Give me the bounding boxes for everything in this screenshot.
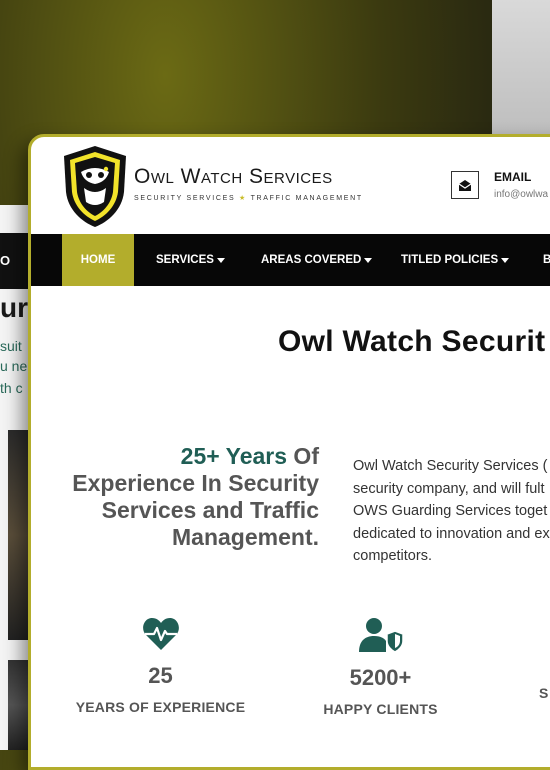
about-line: Owl Watch Security Services ( bbox=[353, 458, 548, 474]
nav-more[interactable]: B bbox=[543, 234, 550, 286]
website-window: Owl Watch Services SECURITY SERVICES ★ T… bbox=[28, 134, 550, 770]
brand-tagline: SECURITY SERVICES ★ TRAFFIC MANAGEMENT bbox=[134, 194, 363, 202]
stat-value: 25 bbox=[148, 663, 173, 688]
stat-partial: S bbox=[531, 617, 550, 701]
nav-services[interactable]: SERVICES bbox=[156, 234, 225, 286]
heartbeat-icon bbox=[142, 618, 179, 650]
about-line: security company, and will fult bbox=[353, 480, 545, 497]
experience-line4: Management. bbox=[172, 524, 319, 550]
experience-line3: Services and Traffic bbox=[101, 497, 319, 523]
email-link[interactable]: info@owlwa bbox=[494, 189, 548, 200]
about-line: competitors. bbox=[353, 548, 432, 564]
brand[interactable]: Owl Watch Services SECURITY SERVICES ★ T… bbox=[134, 165, 363, 202]
background-panel bbox=[492, 0, 550, 140]
experience-line2: Experience In Security bbox=[72, 470, 319, 496]
nav-more-label: B bbox=[543, 254, 550, 266]
caret-down-icon bbox=[216, 257, 225, 263]
tagline-star-icon: ★ bbox=[239, 195, 248, 202]
user-shield-icon bbox=[358, 618, 404, 653]
experience-line1: Of bbox=[287, 443, 319, 469]
caret-down-icon bbox=[364, 257, 373, 263]
about-line: OWS Guarding Services toget bbox=[353, 503, 548, 519]
brand-name: Owl Watch Services bbox=[134, 165, 333, 188]
stat-label: S bbox=[539, 685, 549, 701]
stat-years: 25 YEARS OF EXPERIENCE bbox=[73, 617, 248, 715]
caret-down-icon bbox=[501, 257, 510, 263]
nav-home-label: HOME bbox=[80, 254, 116, 266]
main-nav: HOME SERVICES AREAS COVERED TITLED POLIC… bbox=[31, 234, 550, 286]
nav-home[interactable]: HOME bbox=[62, 234, 134, 286]
nav-titled-policies[interactable]: TITLED POLICIES bbox=[401, 234, 510, 286]
site-header: Owl Watch Services SECURITY SERVICES ★ T… bbox=[31, 137, 550, 234]
tagline-right: TRAFFIC MANAGEMENT bbox=[250, 195, 363, 202]
background-text-line: suit bbox=[0, 338, 22, 354]
about-text: Owl Watch Security Services ( security c… bbox=[353, 455, 550, 568]
stat-value: 5200+ bbox=[349, 665, 412, 690]
stat-clients: 5200+ HAPPY CLIENTS bbox=[293, 617, 468, 717]
email-label: EMAIL bbox=[494, 170, 532, 184]
experience-heading: 25+ Years Of Experience In Security Serv… bbox=[51, 443, 319, 551]
nav-services-label: SERVICES bbox=[156, 254, 214, 266]
experience-accent: 25+ Years bbox=[180, 443, 288, 469]
about-line: dedicated to innovation and ex bbox=[353, 525, 550, 542]
envelope-icon bbox=[451, 171, 479, 199]
page-title: Owl Watch Securit bbox=[278, 325, 546, 358]
nav-areas-label: AREAS COVERED bbox=[261, 254, 362, 266]
background-nav-fragment: O bbox=[0, 253, 11, 268]
nav-areas-covered[interactable]: AREAS COVERED bbox=[261, 234, 373, 286]
stat-label: HAPPY CLIENTS bbox=[323, 701, 438, 717]
background-text-line: u ne bbox=[0, 358, 28, 374]
stat-label: YEARS OF EXPERIENCE bbox=[75, 699, 246, 715]
background-text-line: th c bbox=[0, 380, 23, 396]
nav-policies-label: TITLED POLICIES bbox=[401, 254, 499, 266]
background-title-fragment: ur bbox=[0, 292, 28, 323]
tagline-left: SECURITY SERVICES bbox=[134, 195, 236, 202]
owl-shield-logo[interactable] bbox=[62, 144, 128, 228]
